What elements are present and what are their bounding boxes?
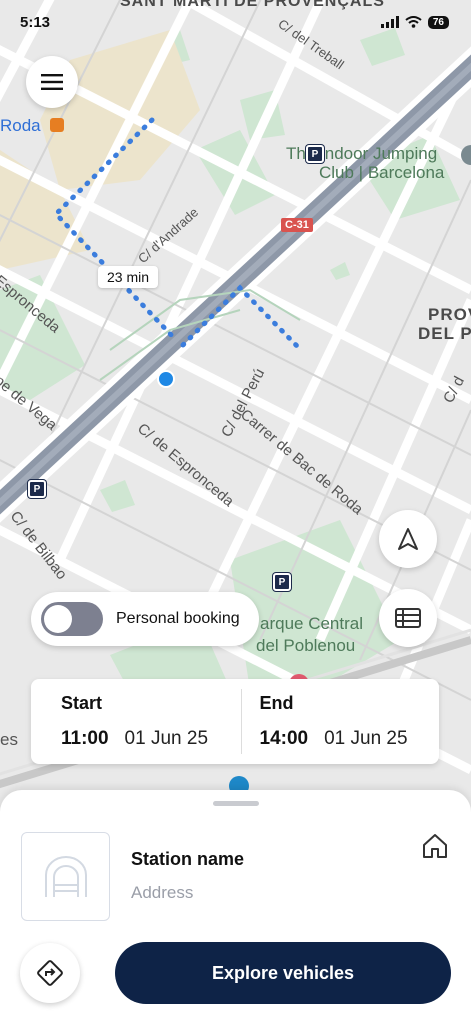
- list-view-button[interactable]: [379, 589, 437, 647]
- personal-booking-label: Personal booking: [116, 610, 240, 627]
- end-date: 01 Jun 25: [324, 728, 408, 749]
- signal-icon: [380, 16, 399, 28]
- end-time-section[interactable]: End 14:00 01 Jun 25: [240, 689, 440, 754]
- map-label-parque-1: arque Central: [260, 614, 364, 633]
- toggle-knob: [44, 605, 72, 633]
- start-title: Start: [61, 693, 103, 713]
- booking-time-card[interactable]: Start 11:00 01 Jun 25 End 14:00 01 Jun 2…: [31, 679, 439, 764]
- home-icon[interactable]: [421, 832, 449, 860]
- map-label-provencals-1: PROV: [428, 305, 471, 324]
- start-hour: 11:00: [61, 728, 109, 749]
- map-label-provencals-2: DEL P: [418, 324, 471, 343]
- station-thumbnail: [21, 832, 110, 921]
- hamburger-menu-icon: [41, 74, 63, 90]
- map-label-indoor-jumping-2: Club | Barcelona: [319, 163, 445, 182]
- battery-indicator: 76: [427, 15, 449, 29]
- start-time-section[interactable]: Start 11:00 01 Jun 25: [31, 679, 241, 764]
- navigation-arrow-icon: [398, 528, 418, 550]
- status-time: 5:13: [20, 13, 51, 31]
- station-name: Station name: [131, 849, 245, 869]
- status-bar: 5:13 76: [0, 0, 471, 44]
- station-bottom-sheet: Station name Address Explore vehicles: [0, 790, 471, 1024]
- directions-button[interactable]: [20, 943, 80, 1003]
- directions-icon: [37, 960, 63, 986]
- status-indicators: 76: [380, 15, 449, 29]
- map-label-roda: Roda: [0, 116, 41, 135]
- end-title: End: [259, 693, 294, 713]
- garage-icon: [44, 855, 87, 897]
- route-duration-label: 23 min: [98, 266, 159, 288]
- parking-marker[interactable]: P: [28, 480, 46, 498]
- start-date: 01 Jun 25: [124, 728, 209, 749]
- station-address: Address: [131, 883, 194, 902]
- recenter-location-button[interactable]: [379, 510, 437, 568]
- table-list-icon: [395, 608, 421, 628]
- wifi-icon: [405, 16, 422, 28]
- end-hour: 14:00: [259, 728, 309, 749]
- map-label-parque-2: del Poblenou: [256, 636, 356, 655]
- parking-marker[interactable]: P: [306, 145, 324, 163]
- map-label-es: es: [0, 730, 18, 749]
- explore-vehicles-button[interactable]: Explore vehicles: [115, 942, 451, 1004]
- parking-marker[interactable]: P: [273, 573, 291, 591]
- menu-button[interactable]: [26, 56, 78, 108]
- personal-booking-toggle-card[interactable]: Personal booking: [31, 592, 259, 646]
- sheet-drag-handle[interactable]: [213, 801, 259, 806]
- personal-booking-toggle[interactable]: [41, 602, 103, 636]
- road-badge-c31: C-31: [281, 218, 313, 232]
